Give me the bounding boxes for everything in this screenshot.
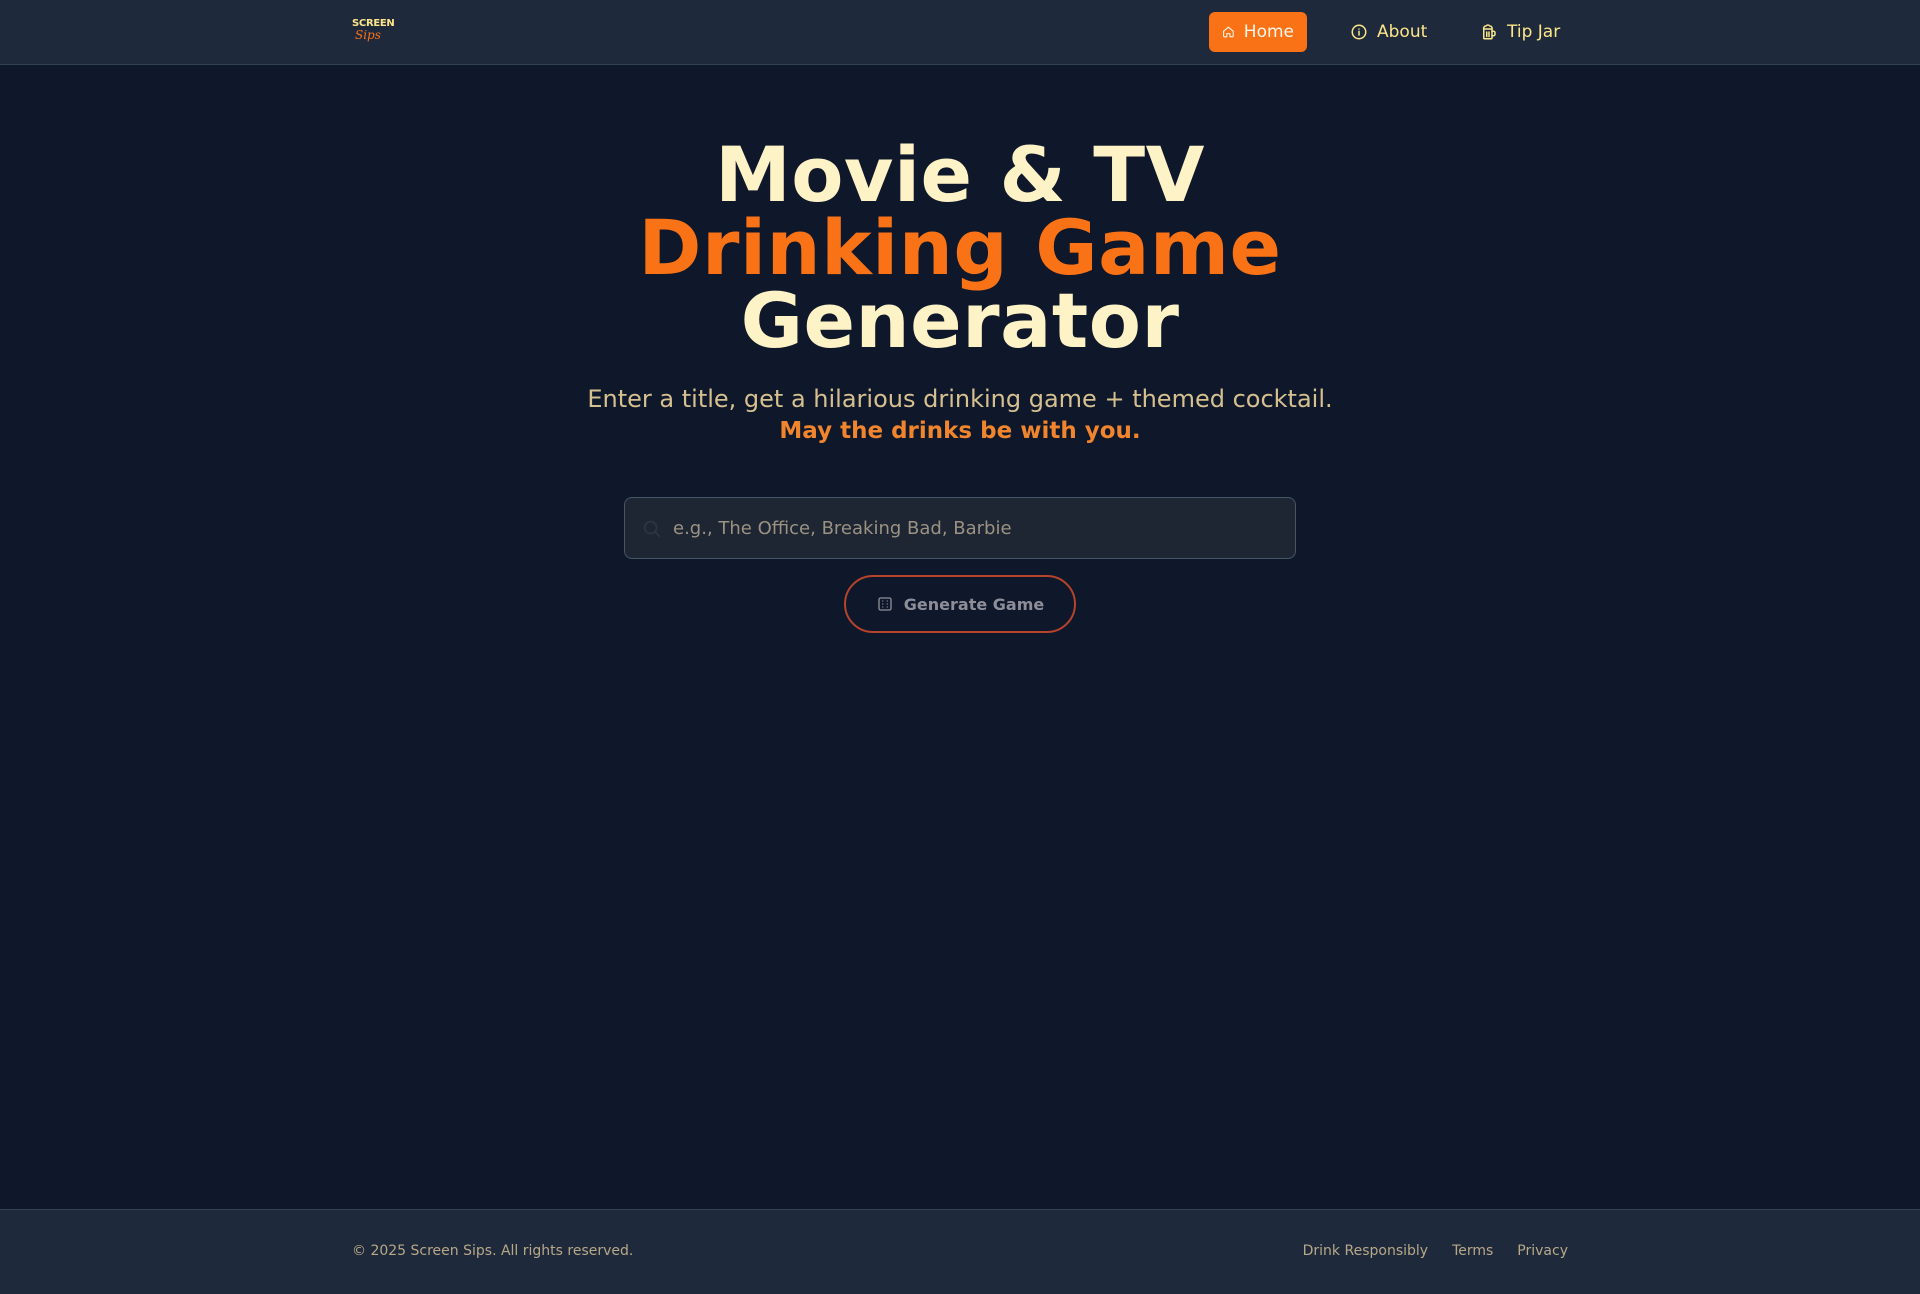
hero-tagline: May the drinks be with you. — [779, 418, 1141, 444]
dice-icon — [878, 597, 892, 611]
top-navbar: SCREEN Sips Home About Tip Jar — [0, 0, 1920, 65]
title-search-input[interactable] — [673, 498, 1283, 558]
nav-item-tip-jar[interactable]: Tip Jar — [1467, 12, 1573, 52]
footer-link-privacy[interactable]: Privacy — [1517, 1243, 1568, 1259]
nav-about-label: About — [1377, 22, 1428, 42]
title-line-1: Movie & TV — [715, 130, 1205, 219]
info-icon — [1351, 24, 1367, 40]
generate-game-label: Generate Game — [903, 594, 1045, 614]
page-footer: © 2025 Screen Sips. All rights reserved.… — [0, 1209, 1920, 1294]
logo-text-sips: Sips — [355, 28, 381, 42]
nav-item-about[interactable]: About — [1337, 12, 1440, 52]
nav-home-label: Home — [1243, 22, 1294, 42]
nav-tip-jar-label: Tip Jar — [1507, 22, 1561, 42]
hero-section: Movie & TV Drinking Game Generator Enter… — [0, 130, 1920, 447]
beer-mug-icon — [1482, 24, 1496, 40]
page-title: Movie & TV Drinking Game Generator — [0, 130, 1920, 365]
search-icon — [643, 520, 661, 538]
footer-link-terms[interactable]: Terms — [1452, 1243, 1493, 1259]
home-icon — [1223, 26, 1234, 38]
nav-item-home[interactable]: Home — [1209, 12, 1307, 52]
footer-links: Drink Responsibly Terms Privacy — [1303, 1243, 1568, 1259]
title-line-2-accent: Drinking Game — [638, 203, 1282, 292]
copyright-text: © 2025 Screen Sips. All rights reserved. — [352, 1243, 634, 1259]
footer-link-drink-responsibly[interactable]: Drink Responsibly — [1303, 1243, 1428, 1259]
title-search-box — [624, 497, 1296, 559]
generate-game-button[interactable]: Generate Game — [844, 575, 1076, 633]
screen-sips-logo[interactable]: SCREEN Sips — [352, 18, 395, 46]
title-line-3: Generator — [740, 276, 1180, 365]
hero-subtitle: Enter a title, get a hilarious drinking … — [587, 385, 1333, 413]
